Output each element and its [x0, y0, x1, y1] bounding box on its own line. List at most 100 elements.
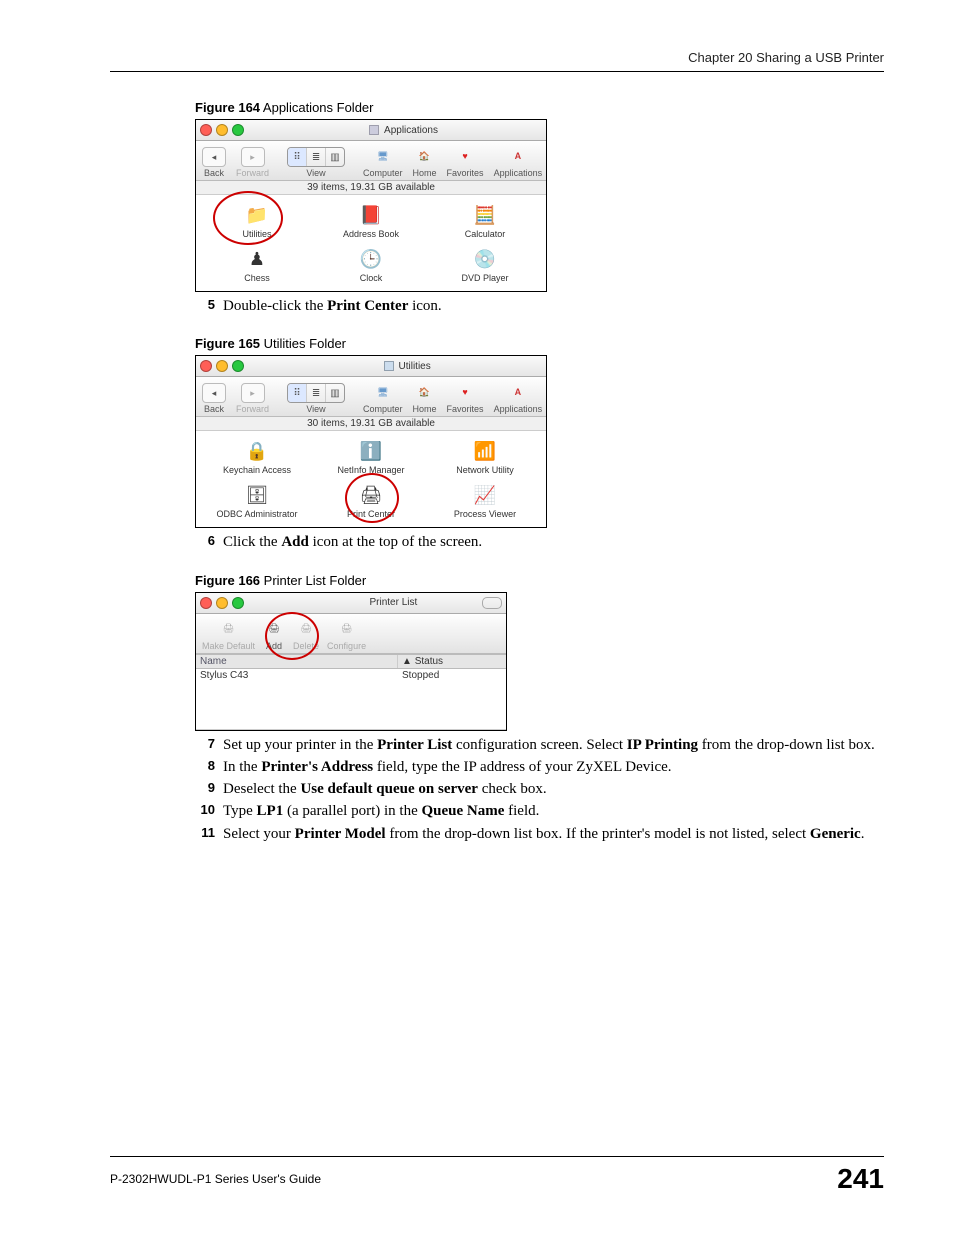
finder-toolbar: ◂Back ▸Forward ⠿ ≣ ▥ View 🖥Computer 🏠H [196, 141, 546, 181]
keychain-access-app[interactable]: 🔒Keychain Access [200, 439, 314, 475]
table-row[interactable]: Stylus C43 Stopped [196, 669, 506, 682]
printer-list-header: Name ▲ Status [196, 654, 506, 669]
favorites-label: Favorites [447, 168, 484, 178]
applications-button[interactable]: AApplications [494, 381, 543, 414]
step-7-number: 7 [195, 735, 215, 755]
printer-status: Stopped [402, 670, 502, 681]
step-10-text: Type LP1 (a parallel port) in the Queue … [223, 801, 884, 821]
s9-t1: Deselect the [223, 781, 300, 797]
make-default-button[interactable]: 🖨Make Default [202, 618, 255, 651]
nav-group: ◂Back ▸Forward [202, 147, 269, 178]
step-5-pre: Double-click the [223, 298, 327, 314]
minimize-icon[interactable] [216, 124, 228, 136]
utilities-folder[interactable]: 📁Utilities [200, 203, 314, 239]
name-column-header[interactable]: Name [196, 655, 398, 668]
print-center-app[interactable]: 🖨Print Center [314, 483, 428, 519]
step-9: 9 Deselect the Use default queue on serv… [195, 779, 884, 799]
traffic-lights [200, 597, 244, 609]
netutil-label: Network Utility [456, 465, 514, 475]
page-footer: P-2302HWUDL-P1 Series User's Guide 241 [110, 1156, 884, 1195]
computer-button[interactable]: 🖥Computer [363, 381, 403, 414]
figure-164: Applications ◂Back ▸Forward ⠿ ≣ ▥ [195, 119, 547, 292]
clock-app[interactable]: 🕒Clock [314, 247, 428, 283]
printer-name: Stylus C43 [200, 670, 402, 681]
figure-166-number: Figure 166 [195, 573, 260, 588]
icon-view-icon[interactable]: ⠿ [288, 148, 307, 166]
step-10-number: 10 [195, 801, 215, 821]
configure-button[interactable]: 🖨Configure [327, 618, 366, 651]
favorites-button[interactable]: ♥Favorites [447, 381, 484, 414]
status-column-header[interactable]: ▲ Status [398, 655, 506, 668]
step-5-list: 5 Double-click the Print Center icon. [195, 296, 884, 316]
s11-t2: from the drop-down list box. If the prin… [386, 826, 810, 842]
view-segmented[interactable]: ⠿ ≣ ▥ [287, 383, 345, 403]
step-6-bold: Add [281, 534, 309, 550]
delete-button[interactable]: 🖨Delete [293, 618, 319, 651]
step-6-post: icon at the top of the screen. [309, 534, 482, 550]
finder-toolbar: ◂Back ▸Forward ⠿ ≣ ▥ View 🖥Computer 🏠H [196, 377, 546, 417]
applications-label: Applications [494, 168, 543, 178]
column-view-icon[interactable]: ▥ [326, 148, 344, 166]
odbc-administrator-app[interactable]: 🗄ODBC Administrator [200, 483, 314, 519]
view-button[interactable]: ⠿ ≣ ▥ View [287, 383, 345, 414]
list-view-icon[interactable]: ≣ [307, 384, 326, 402]
close-icon[interactable] [200, 124, 212, 136]
nav-group: ◂Back ▸Forward [202, 383, 269, 414]
computer-label: Computer [363, 404, 403, 414]
zoom-icon[interactable] [232, 360, 244, 372]
list-view-icon[interactable]: ≣ [307, 148, 326, 166]
figure-165-caption: Figure 165 Utilities Folder [195, 336, 884, 351]
icon-view-icon[interactable]: ⠿ [288, 384, 307, 402]
network-icon: 📶 [472, 439, 498, 463]
view-segmented[interactable]: ⠿ ≣ ▥ [287, 147, 345, 167]
add-button[interactable]: 🖨Add [263, 618, 285, 651]
content-area: Figure 164 Applications Folder Applicati… [195, 100, 884, 844]
zoom-icon[interactable] [232, 597, 244, 609]
calculator-app[interactable]: 🧮Calculator [428, 203, 542, 239]
window-title: Applications [368, 124, 438, 136]
process-viewer-app[interactable]: 📈Process Viewer [428, 483, 542, 519]
back-button[interactable]: ◂Back [202, 383, 226, 414]
guide-title: P-2302HWUDL-P1 Series User's Guide [110, 1172, 321, 1186]
zoom-icon[interactable] [232, 124, 244, 136]
computer-button[interactable]: 🖥Computer [363, 145, 403, 178]
minimize-icon[interactable] [216, 597, 228, 609]
applications-window: Applications ◂Back ▸Forward ⠿ ≣ ▥ [195, 119, 547, 292]
info-icon: ℹ️ [358, 439, 384, 463]
figure-164-number: Figure 164 [195, 100, 260, 115]
applications-button[interactable]: AApplications [494, 145, 543, 178]
odbc-label: ODBC Administrator [216, 509, 297, 519]
printer-icon: 🖨 [358, 483, 384, 507]
forward-label: Forward [236, 168, 269, 178]
step-6-list: 6 Click the Add icon at the top of the s… [195, 532, 884, 552]
minimize-icon[interactable] [216, 360, 228, 372]
forward-button[interactable]: ▸Forward [236, 383, 269, 414]
favorites-button[interactable]: ♥Favorites [447, 145, 484, 178]
step-6-pre: Click the [223, 534, 281, 550]
column-view-icon[interactable]: ▥ [326, 384, 344, 402]
page-header: Chapter 20 Sharing a USB Printer [110, 50, 884, 65]
view-button[interactable]: ⠿ ≣ ▥ View [287, 147, 345, 178]
back-button[interactable]: ◂Back [202, 147, 226, 178]
delete-label: Delete [293, 641, 319, 651]
chess-app[interactable]: ♟Chess [200, 247, 314, 283]
forward-button[interactable]: ▸Forward [236, 147, 269, 178]
address-book-app[interactable]: 📕Address Book [314, 203, 428, 239]
icon-grid: 📁Utilities 📕Address Book 🧮Calculator ♟Ch… [196, 195, 546, 291]
printer-list-body: Stylus C43 Stopped [196, 669, 506, 730]
s7-b1: Printer List [377, 737, 452, 753]
s8-t1: In the [223, 759, 261, 775]
figure-165-number: Figure 165 [195, 336, 260, 351]
home-button[interactable]: 🏠Home [413, 145, 437, 178]
s11-t3: . [861, 826, 865, 842]
dvd-player-app[interactable]: 💿DVD Player [428, 247, 542, 283]
toolbar-toggle-icon[interactable] [482, 597, 502, 609]
header-rule [110, 71, 884, 72]
netinfo-manager-app[interactable]: ℹ️NetInfo Manager [314, 439, 428, 475]
close-icon[interactable] [200, 597, 212, 609]
network-utility-app[interactable]: 📶 Network Utility [428, 439, 542, 475]
page: Chapter 20 Sharing a USB Printer Figure … [0, 0, 954, 1235]
home-button[interactable]: 🏠Home [413, 381, 437, 414]
s10-t3: field. [504, 803, 539, 819]
close-icon[interactable] [200, 360, 212, 372]
